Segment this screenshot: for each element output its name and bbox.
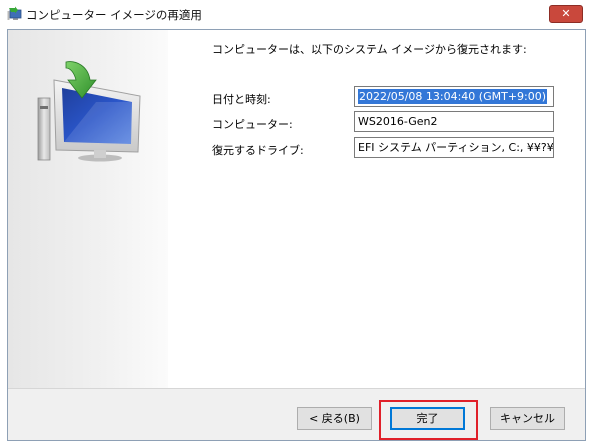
restore-drive-label: 復元するドライブ:: [212, 144, 304, 157]
title-bar: コンピューター イメージの再適用 ✕: [0, 0, 592, 29]
cancel-button[interactable]: キャンセル: [490, 407, 565, 430]
computer-value: WS2016-Gen2: [358, 115, 438, 128]
highlight-box: [379, 400, 478, 440]
date-time-value: 2022/05/08 13:04:40 (GMT+9:00): [358, 89, 548, 104]
computer-restore-arrow-icon: [37, 61, 141, 162]
restore-drive-value: EFI システム パーティション, C:, ¥¥?¥Volume: [358, 141, 554, 154]
restore-heading: コンピューターは、以下のシステム イメージから復元されます:: [212, 43, 527, 56]
computer-field[interactable]: WS2016-Gen2: [354, 111, 554, 132]
date-time-label: 日付と時刻:: [212, 93, 271, 106]
date-time-field[interactable]: 2022/05/08 13:04:40 (GMT+9:00): [354, 86, 554, 107]
back-button[interactable]: < 戻る(B): [297, 407, 372, 430]
computer-label: コンピューター:: [212, 118, 293, 131]
sidebar-panel: [8, 30, 168, 440]
restore-drive-field[interactable]: EFI システム パーティション, C:, ¥¥?¥Volume: [354, 137, 554, 158]
dialog-frame: コンピューターは、以下のシステム イメージから復元されます: 日付と時刻: 20…: [7, 29, 586, 441]
window-title: コンピューター イメージの再適用: [26, 8, 202, 22]
close-icon: ✕: [561, 7, 571, 20]
close-button[interactable]: ✕: [549, 5, 583, 23]
restore-computer-icon: [7, 6, 22, 20]
